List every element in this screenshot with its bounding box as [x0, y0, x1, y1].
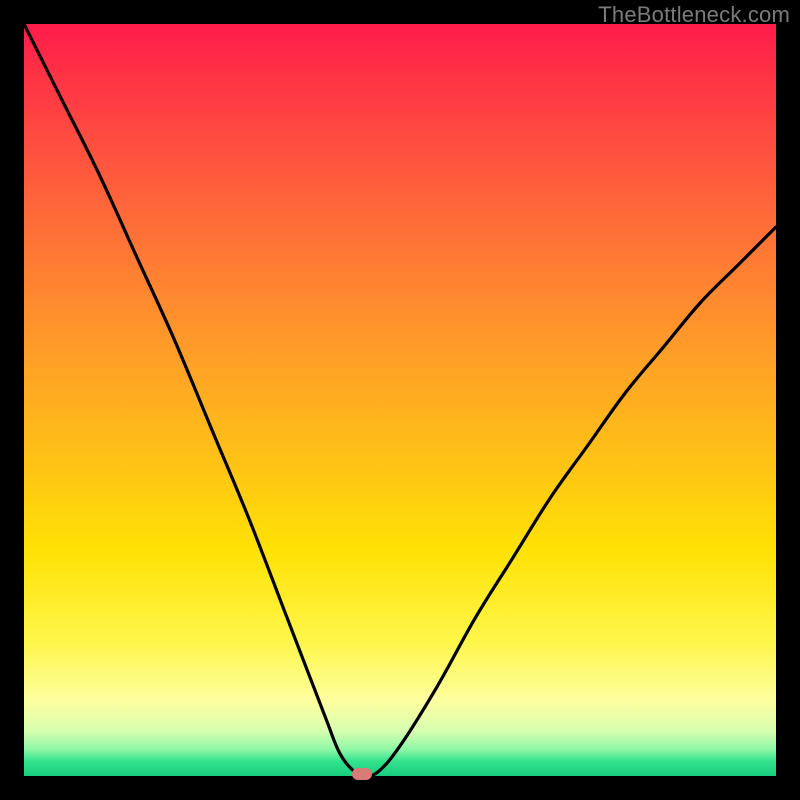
gradient-plot-area: [24, 24, 776, 776]
watermark-text: TheBottleneck.com: [598, 2, 790, 28]
chart-frame: TheBottleneck.com: [0, 0, 800, 800]
